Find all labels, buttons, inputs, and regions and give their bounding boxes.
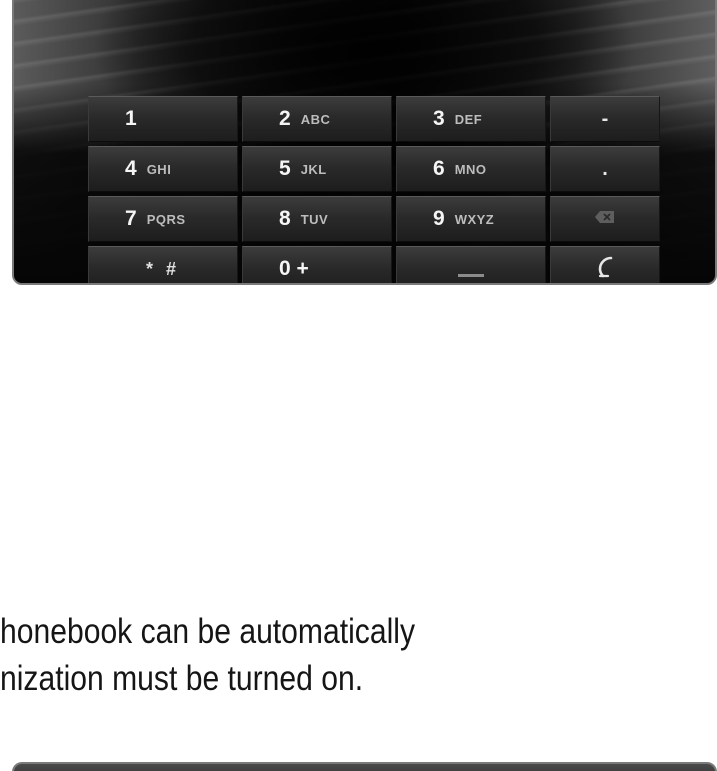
key-3[interactable]: 3 DEF — [396, 96, 546, 142]
key-symbol: * # — [145, 258, 181, 279]
space-button[interactable] — [396, 246, 546, 283]
key-0[interactable]: 0 + — [242, 246, 392, 283]
key-digit: 0 + — [279, 257, 309, 280]
key-digit: 8 — [279, 207, 291, 230]
key-digit: 5 — [279, 157, 291, 180]
key-letters: TUV — [300, 211, 329, 227]
key-8[interactable]: 8 TUV — [242, 196, 392, 242]
key-6[interactable]: 6 MNO — [396, 146, 546, 192]
key-symbol: - — [601, 107, 609, 130]
key-letters: PQRS — [146, 211, 186, 227]
key-1[interactable]: 1 — [88, 96, 238, 142]
manual-text: honebook can be automatically nization m… — [0, 608, 617, 702]
key-digit: 1 — [125, 107, 137, 130]
key-2[interactable]: 2 ABC — [242, 96, 392, 142]
key-dash[interactable]: - — [550, 96, 660, 142]
space-icon — [458, 274, 484, 277]
call-icon — [592, 254, 618, 284]
next-phone-screen — [12, 762, 717, 771]
manual-page: 1 2 ABC 3 DEF - 4 GHI 5 JKL 6 MNO . 7 PQ… — [0, 0, 717, 771]
key-dot[interactable]: . — [550, 146, 660, 192]
call-button[interactable] — [550, 246, 660, 284]
key-digit: 3 — [433, 107, 445, 130]
key-letters: ABC — [300, 111, 331, 127]
key-9[interactable]: 9 WXYZ — [396, 196, 546, 242]
backspace-icon — [594, 210, 616, 229]
phone-screen: 1 2 ABC 3 DEF - 4 GHI 5 JKL 6 MNO . 7 PQ… — [12, 0, 717, 285]
backspace-button[interactable] — [550, 196, 660, 242]
key-4[interactable]: 4 GHI — [88, 146, 238, 192]
key-letters: GHI — [146, 161, 172, 177]
key-letters: MNO — [454, 161, 487, 177]
key-digit: 9 — [433, 207, 445, 230]
key-digit: 6 — [433, 157, 445, 180]
key-digit: 7 — [125, 207, 137, 230]
key-5[interactable]: 5 JKL — [242, 146, 392, 192]
dial-keypad: 1 2 ABC 3 DEF - 4 GHI 5 JKL 6 MNO . 7 PQ… — [88, 96, 660, 284]
key-digit: 2 — [279, 107, 291, 130]
key-symbol: . — [602, 157, 608, 180]
text-line-2: nization must be turned on. — [0, 659, 364, 698]
key-digit: 4 — [125, 157, 137, 180]
key-7[interactable]: 7 PQRS — [88, 196, 238, 242]
key-letters: DEF — [454, 111, 483, 127]
key-letters: JKL — [300, 161, 327, 177]
key-letters: WXYZ — [454, 211, 495, 227]
key-star-hash[interactable]: * # — [88, 246, 238, 283]
text-line-1: honebook can be automatically — [0, 612, 416, 651]
